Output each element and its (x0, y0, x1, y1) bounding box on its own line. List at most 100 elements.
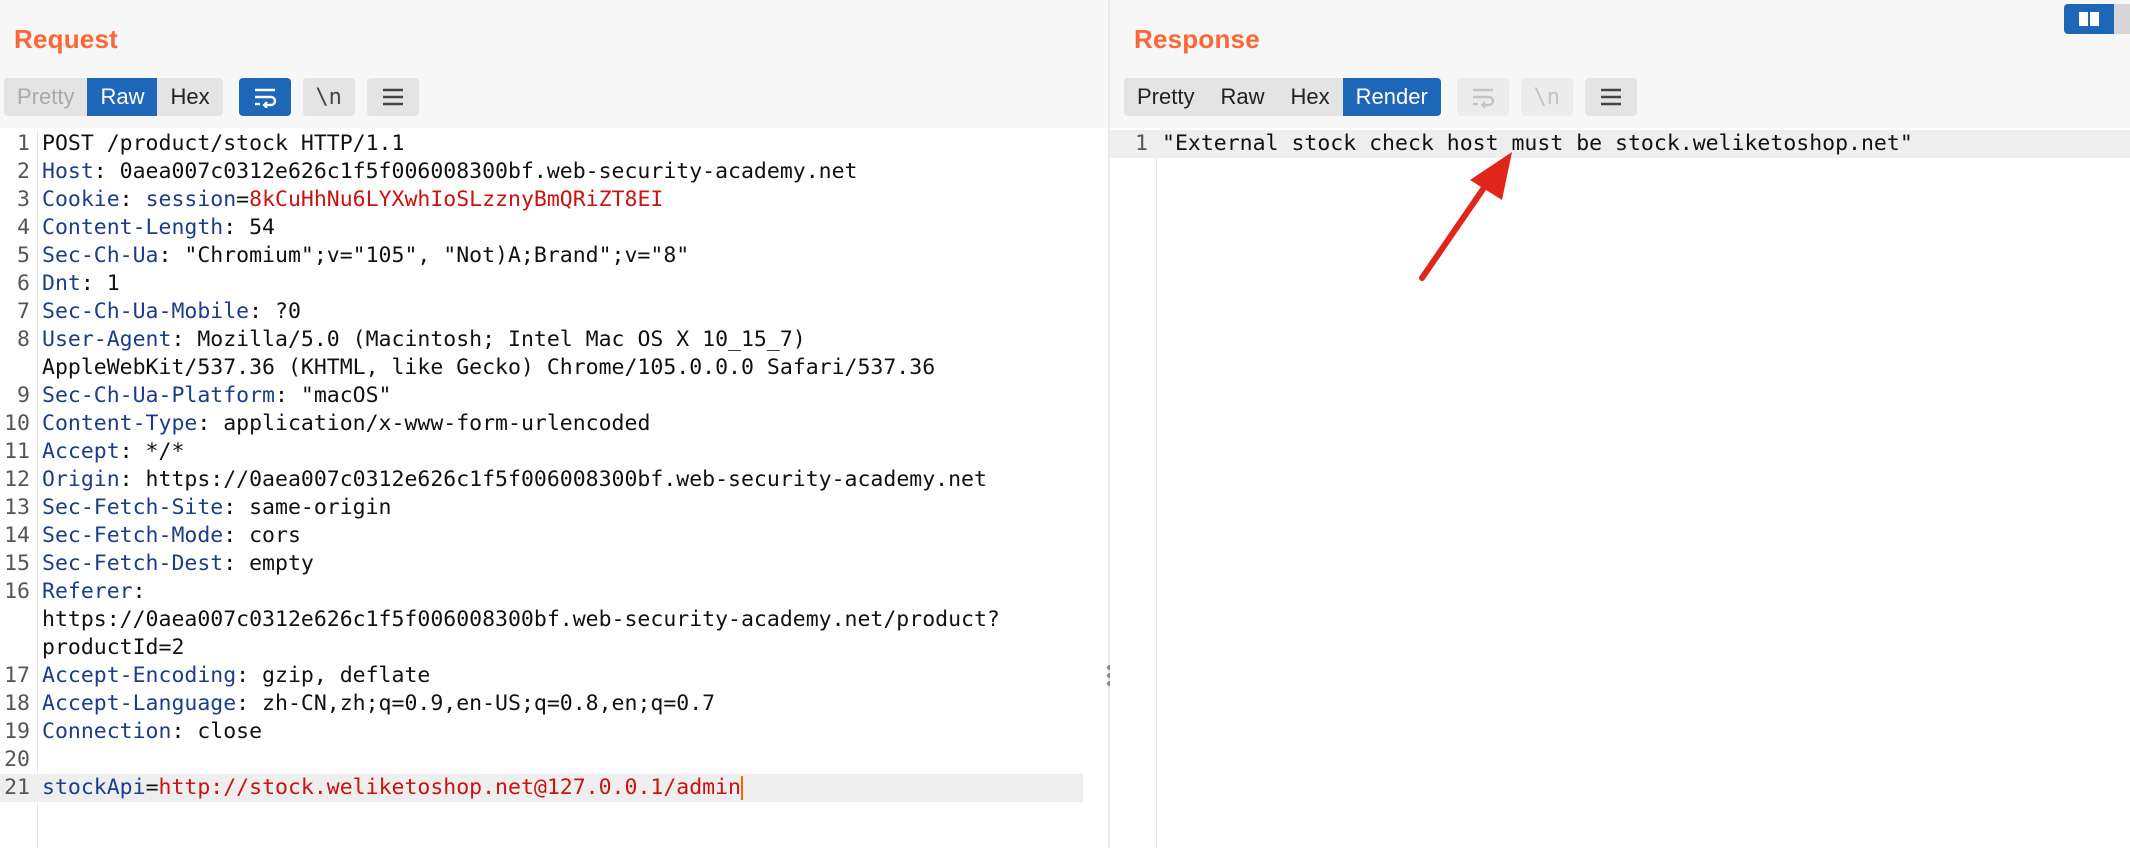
code-token: : cors (223, 523, 301, 548)
code-token: AppleWebKit/537.36 (KHTML, like Gecko) C… (42, 355, 936, 380)
header-name: User-Agent (42, 327, 172, 352)
request-code-line[interactable]: 4 Content-Length: 54 (0, 214, 1108, 242)
wrap-lines-icon[interactable] (238, 78, 291, 116)
code-text: Content-Type: application/x-www-form-url… (42, 410, 650, 438)
code-token: : ?0 (249, 299, 301, 324)
line-number: 6 (17, 271, 30, 296)
request-code-line[interactable]: 13 Sec-Fetch-Site: same-origin (0, 494, 1108, 522)
request-code-line[interactable]: 11 Accept: */* (0, 438, 1108, 466)
request-pane: Request Pretty Raw Hex \n 1 POST /produc… (0, 0, 1108, 848)
request-code-line[interactable]: 6 Dnt: 1 (0, 270, 1108, 298)
code-token: : (119, 187, 146, 212)
line-number: 12 (4, 467, 30, 492)
request-editor[interactable]: 1 POST /product/stock HTTP/1.1 2 Host: 0aea… (0, 130, 1108, 848)
request-code-line[interactable]: 7 Sec-Ch-Ua-Mobile: ?0 (0, 298, 1108, 326)
code-text: stockApi=http://stock.weliketoshop.net@1… (42, 774, 743, 802)
request-code-line[interactable]: 8 User-Agent: Mozilla/5.0 (Macintosh; Int… (0, 326, 1108, 354)
menu-icon[interactable] (1584, 78, 1637, 116)
header-name: Sec-Ch-Ua-Platform (42, 383, 275, 408)
request-code-line[interactable]: 21 stockApi=http://stock.weliketoshop.net… (0, 774, 1083, 802)
code-token: : https://0aea007c0312e626c1f5f006008300… (119, 467, 987, 492)
header-name: Sec-Fetch-Site (42, 495, 224, 520)
cookie-name: session (145, 187, 237, 212)
code-token: "External stock check host must be stock… (1162, 131, 1913, 156)
code-text: POST /product/stock HTTP/1.1 (42, 130, 404, 158)
menu-icon[interactable] (366, 78, 419, 116)
code-text: Dnt: 1 (42, 270, 120, 298)
response-editor[interactable]: 1 "External stock check host must be stoc… (1110, 130, 2130, 848)
code-text: Accept-Language: zh-CN,zh;q=0.9,en-US;q=… (42, 690, 715, 718)
header-name: Connection (42, 719, 172, 744)
request-code-line[interactable]: productId=2 (0, 634, 1108, 662)
code-text: https://0aea007c0312e626c1f5f006008300bf… (42, 606, 1000, 634)
tab-render[interactable]: Render (1342, 78, 1441, 116)
line-number: 1 (1135, 131, 1148, 156)
code-text: User-Agent: Mozilla/5.0 (Macintosh; Inte… (42, 326, 806, 354)
tab-hex[interactable]: Hex (157, 78, 223, 116)
code-text: Content-Length: 54 (42, 214, 275, 242)
stacked-layout-icon[interactable] (2114, 4, 2130, 34)
code-text: "External stock check host must be stock… (1162, 130, 1913, 158)
code-text: Sec-Fetch-Mode: cors (42, 522, 301, 550)
header-name: Referer (42, 579, 133, 604)
code-token: https://0aea007c0312e626c1f5f006008300bf… (42, 607, 1000, 632)
header-name: Host (42, 159, 94, 184)
response-title: Response (1134, 24, 1260, 54)
code-text: Accept: */* (42, 438, 184, 466)
request-code-line[interactable]: 15 Sec-Fetch-Dest: empty (0, 550, 1108, 578)
request-code-line[interactable]: 19 Connection: close (0, 718, 1108, 746)
request-code-line[interactable]: 18 Accept-Language: zh-CN,zh;q=0.9,en-US;… (0, 690, 1108, 718)
cookie-value: 8kCuHhNu6LYXwhIoSLzznyBmQRiZT8EI (249, 187, 664, 212)
wrap-lines-icon[interactable] (1456, 78, 1509, 116)
line-number-gutter (1156, 130, 1157, 848)
request-code-line[interactable]: 20 (0, 746, 1108, 774)
request-code-line[interactable]: 14 Sec-Fetch-Mode: cors (0, 522, 1108, 550)
code-text: Host: 0aea007c0312e626c1f5f006008300bf.w… (42, 158, 857, 186)
code-token: : */* (119, 439, 185, 464)
request-code-line[interactable]: 9 Sec-Ch-Ua-Platform: "macOS" (0, 382, 1108, 410)
tab-raw[interactable]: Raw (87, 78, 158, 116)
tab-pretty[interactable]: Pretty (1124, 78, 1208, 116)
request-code-line[interactable]: 3 Cookie: session=8kCuHhNu6LYXwhIoSLzznyB… (0, 186, 1108, 214)
line-number: 16 (4, 579, 30, 604)
response-code-line[interactable]: 1 "External stock check host must be stoc… (1110, 130, 2130, 158)
header-name: Sec-Fetch-Mode (42, 523, 224, 548)
code-token: = (236, 187, 250, 212)
code-token: : "Chromium";v="105", "Not)A;Brand";v="8… (158, 243, 690, 268)
line-number: 21 (4, 775, 30, 800)
code-token: : zh-CN,zh;q=0.9,en-US;q=0.8,en;q=0.7 (236, 691, 716, 716)
request-code-line[interactable]: https://0aea007c0312e626c1f5f006008300bf… (0, 606, 1108, 634)
code-token: : Mozilla/5.0 (Macintosh; Intel Mac OS X… (171, 327, 806, 352)
line-number: 5 (17, 243, 30, 268)
line-number: 11 (4, 439, 30, 464)
request-code-line[interactable]: 10 Content-Type: application/x-www-form-u… (0, 410, 1108, 438)
code-token: : 0aea007c0312e626c1f5f006008300bf.web-s… (93, 159, 858, 184)
line-number: 1 (17, 131, 30, 156)
header-name: Dnt (42, 271, 81, 296)
tab-pretty[interactable]: Pretty (4, 78, 88, 116)
tab-raw[interactable]: Raw (1207, 78, 1278, 116)
request-code-line[interactable]: 17 Accept-Encoding: gzip, deflate (0, 662, 1108, 690)
code-token: : 54 (223, 215, 275, 240)
request-code-line[interactable]: 12 Origin: https://0aea007c0312e626c1f5f0… (0, 466, 1108, 494)
request-code-line[interactable]: AppleWebKit/537.36 (KHTML, like Gecko) C… (0, 354, 1108, 382)
code-text: Sec-Fetch-Dest: empty (42, 550, 314, 578)
code-text: Connection: close (42, 718, 262, 746)
newline-toggle-icon[interactable]: \n (1520, 78, 1573, 116)
line-number: 14 (4, 523, 30, 548)
code-text: Accept-Encoding: gzip, deflate (42, 662, 430, 690)
request-code-line[interactable]: 16 Referer: (0, 578, 1108, 606)
request-code-line[interactable]: 2 Host: 0aea007c0312e626c1f5f006008300bf.… (0, 158, 1108, 186)
request-code-line[interactable]: 5 Sec-Ch-Ua: "Chromium";v="105", "Not)A;B… (0, 242, 1108, 270)
code-text: Sec-Ch-Ua: "Chromium";v="105", "Not)A;Br… (42, 242, 689, 270)
line-number: 17 (4, 663, 30, 688)
text-caret (741, 776, 743, 800)
newline-toggle-icon[interactable]: \n (302, 78, 355, 116)
tab-hex[interactable]: Hex (1277, 78, 1343, 116)
request-code-line[interactable]: 1 POST /product/stock HTTP/1.1 (0, 130, 1108, 158)
split-layout-icon[interactable] (2064, 4, 2114, 34)
code-text: Origin: https://0aea007c0312e626c1f5f006… (42, 466, 987, 494)
line-number: 18 (4, 691, 30, 716)
line-number: 10 (4, 411, 30, 436)
header-name: Accept-Language (42, 691, 237, 716)
